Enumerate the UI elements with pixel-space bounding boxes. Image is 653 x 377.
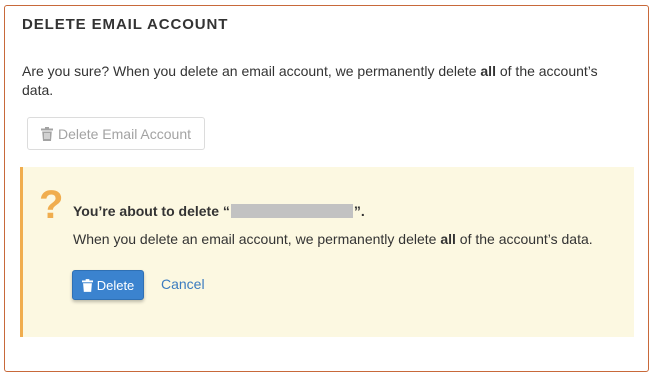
confirmation-body: When you delete an email account, we per…: [73, 231, 593, 247]
trash-icon: [81, 278, 93, 292]
confirmation-callout: ? You’re about to delete “ ”. When you de…: [20, 167, 634, 337]
intro-text-emphasis: all: [480, 63, 496, 79]
body-before: When you delete an email account, we per…: [73, 231, 441, 247]
cancel-link[interactable]: Cancel: [161, 276, 205, 292]
delete-button-label: Delete: [96, 277, 135, 293]
body-after: of the account’s data.: [455, 231, 593, 247]
section-title: DELETE EMAIL ACCOUNT: [22, 16, 229, 33]
heading-suffix: ”.: [353, 203, 365, 219]
delete-button[interactable]: Delete: [72, 270, 144, 300]
delete-email-account-button: Delete Email Account: [27, 117, 205, 150]
redacted-email: [230, 204, 353, 218]
question-mark-icon: ?: [39, 183, 64, 227]
delete-email-account-panel: DELETE EMAIL ACCOUNT Are you sure? When …: [4, 5, 649, 372]
body-emphasis: all: [440, 231, 456, 247]
delete-email-account-button-label: Delete Email Account: [57, 125, 192, 142]
intro-text-before: Are you sure? When you delete an email a…: [22, 63, 481, 79]
confirmation-heading: You’re about to delete “ ”.: [73, 203, 365, 219]
heading-prefix: You’re about to delete “: [73, 203, 230, 219]
trash-icon: [40, 126, 53, 141]
intro-text: Are you sure? When you delete an email a…: [22, 62, 632, 100]
